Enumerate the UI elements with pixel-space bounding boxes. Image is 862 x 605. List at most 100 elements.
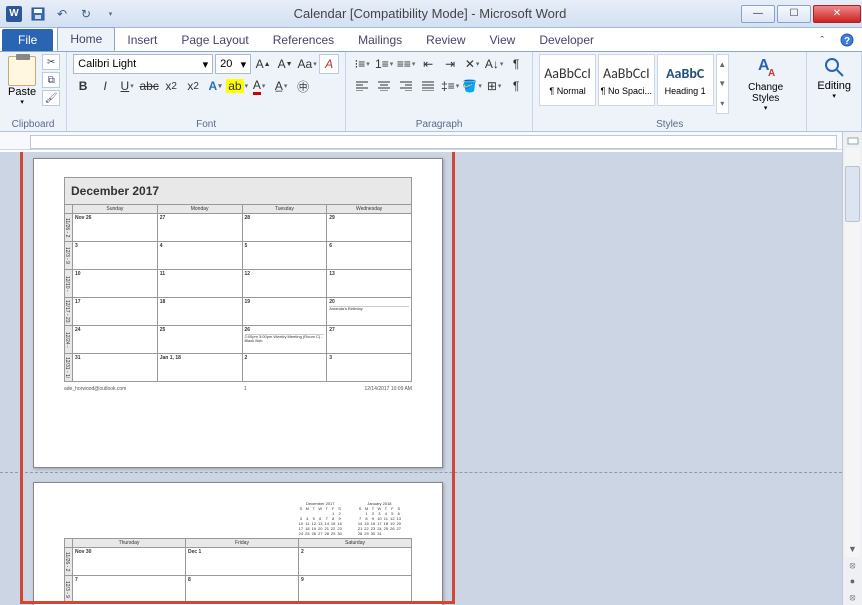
change-styles-button[interactable]: AA Change Styles ▾ xyxy=(731,54,800,114)
undo-button[interactable]: ↶ xyxy=(52,4,72,24)
enclose-characters-button[interactable]: ㊥ xyxy=(293,76,313,96)
ribbon-minimize-button[interactable]: ˆ xyxy=(812,31,832,51)
calendar-cell: Nov 26 xyxy=(73,214,158,242)
align-right-button[interactable] xyxy=(396,76,416,96)
italic-button[interactable]: I xyxy=(95,76,115,96)
change-case-button[interactable]: Aa xyxy=(297,54,317,74)
grow-font-button[interactable]: A▲ xyxy=(253,54,273,74)
shading-button[interactable]: 🪣 xyxy=(462,76,482,96)
calendar-cell: 9 xyxy=(299,576,412,604)
sort-button[interactable]: A↓ xyxy=(484,54,504,74)
calendar-cell: 28 xyxy=(242,214,327,242)
find-icon xyxy=(823,56,845,80)
superscript-button[interactable]: x2 xyxy=(183,76,203,96)
close-button[interactable]: ✕ xyxy=(813,5,861,23)
style-scroll-down[interactable]: ▼ xyxy=(717,74,728,93)
show-hide-button[interactable]: ¶ xyxy=(506,54,526,74)
calendar-cell: 19 xyxy=(242,298,327,326)
tab-mailings[interactable]: Mailings xyxy=(346,29,414,51)
window-title: Calendar [Compatibility Mode] - Microsof… xyxy=(120,6,740,21)
mini-cal-dec: SMTWTFS123456789101112131415161718192021… xyxy=(298,506,343,536)
copy-button[interactable]: ⧉ xyxy=(42,72,60,88)
numbering-button[interactable]: 1≡ xyxy=(374,54,394,74)
underline-button[interactable]: U xyxy=(117,76,137,96)
increase-indent-button[interactable]: ⇥ xyxy=(440,54,460,74)
calendar-cell: 31 xyxy=(73,354,158,382)
font-size-combo[interactable]: 20▾ xyxy=(215,54,251,74)
shrink-font-button[interactable]: A▼ xyxy=(275,54,295,74)
calendar-cell: 29 xyxy=(327,214,412,242)
next-page-button[interactable]: ⦻ xyxy=(843,589,862,605)
character-shading-button[interactable]: A̲ xyxy=(271,76,291,96)
maximize-button[interactable]: ☐ xyxy=(777,5,811,23)
change-styles-icon: AA xyxy=(754,56,778,82)
tab-review[interactable]: Review xyxy=(414,29,477,51)
redo-button[interactable]: ↻ xyxy=(76,4,96,24)
calendar-cell: 27 xyxy=(157,214,242,242)
multilevel-button[interactable]: ≡≡ xyxy=(396,54,416,74)
calendar-cell: 2 xyxy=(242,354,327,382)
group-clipboard: Paste ▾ ✂ ⧉ 🖌 Clipboard xyxy=(0,52,67,131)
font-label: Font xyxy=(73,118,339,131)
calendar-cell: Dec 1 xyxy=(186,548,299,576)
decrease-indent-button[interactable]: ⇤ xyxy=(418,54,438,74)
style-gallery-scroll: ▲ ▼ ▾ xyxy=(716,54,729,114)
help-button[interactable]: ? xyxy=(832,29,862,51)
calendar-cell: 12 xyxy=(242,270,327,298)
tab-view[interactable]: View xyxy=(478,29,528,51)
qat-more-button[interactable] xyxy=(100,4,120,24)
justify-button[interactable] xyxy=(418,76,438,96)
vertical-scrollbar: ▲ ▼ ⦻ ● ⦻ xyxy=(842,132,862,605)
group-styles: AaBbCcI ¶ Normal AaBbCcI ¶ No Spaci... A… xyxy=(533,52,807,131)
asian-layout-button[interactable]: ✕ xyxy=(462,54,482,74)
paste-button[interactable]: Paste ▾ xyxy=(6,54,38,108)
editing-button[interactable]: Editing ▾ xyxy=(813,54,855,102)
tab-home[interactable]: Home xyxy=(57,27,115,51)
text-effects-button[interactable]: A xyxy=(205,76,225,96)
mini-calendars: December 2017 SMTWTFS1234567891011121314… xyxy=(64,501,412,536)
tab-references[interactable]: References xyxy=(261,29,346,51)
browse-object-button[interactable]: ● xyxy=(843,573,862,589)
tab-page-layout[interactable]: Page Layout xyxy=(169,29,260,51)
scroll-thumb[interactable] xyxy=(845,166,860,222)
font-name-combo[interactable]: Calibri Light▾ xyxy=(73,54,213,74)
calendar-cell: 2 xyxy=(299,548,412,576)
font-color-button[interactable]: A xyxy=(249,76,269,96)
tab-file[interactable]: File xyxy=(2,29,53,51)
cut-button[interactable]: ✂ xyxy=(42,54,60,70)
tab-insert[interactable]: Insert xyxy=(115,29,169,51)
borders-button[interactable]: ⊞ xyxy=(484,76,504,96)
scroll-down-button[interactable]: ▼ xyxy=(843,541,862,557)
tab-developer[interactable]: Developer xyxy=(527,29,606,51)
bold-button[interactable]: B xyxy=(73,76,93,96)
calendar-cell: 3 xyxy=(327,354,412,382)
style-more-button[interactable]: ▾ xyxy=(717,94,728,113)
document-area[interactable]: December 2017 Sunday Monday Tuesday Wedn… xyxy=(0,152,842,605)
clear-formatting-button[interactable]: A xyxy=(319,54,339,74)
align-left-icon xyxy=(356,81,368,91)
calendar-cell: 4 xyxy=(157,242,242,270)
highlight-button[interactable]: ab xyxy=(227,76,247,96)
save-button[interactable] xyxy=(28,4,48,24)
style-no-spacing[interactable]: AaBbCcI ¶ No Spaci... xyxy=(598,54,655,106)
style-normal[interactable]: AaBbCcI ¶ Normal xyxy=(539,54,596,106)
strikethrough-button[interactable]: abc xyxy=(139,76,159,96)
bullets-button[interactable]: ⁝≡ xyxy=(352,54,372,74)
calendar-title: December 2017 xyxy=(64,177,412,204)
ruler-icon xyxy=(847,136,859,146)
svg-text:?: ? xyxy=(844,36,850,47)
line-spacing-button[interactable]: ‡≡ xyxy=(440,76,460,96)
paragraph-label: Paragraph xyxy=(352,118,526,131)
style-heading1[interactable]: AaBbC Heading 1 xyxy=(657,54,714,106)
align-left-button[interactable] xyxy=(352,76,372,96)
format-painter-button[interactable]: 🖌 xyxy=(42,90,60,106)
paragraph-mark-button[interactable]: ¶ xyxy=(506,76,526,96)
align-center-button[interactable] xyxy=(374,76,394,96)
footer-email: ade_horwood@outlook.com xyxy=(64,386,126,392)
style-scroll-up[interactable]: ▲ xyxy=(717,55,728,74)
prev-page-button[interactable]: ⦻ xyxy=(843,557,862,573)
calendar-cell: 262:00pm 3:00pm Weekly Meeting (Room C) … xyxy=(242,326,327,354)
minimize-button[interactable]: — xyxy=(741,5,775,23)
horizontal-ruler[interactable] xyxy=(0,132,862,150)
subscript-button[interactable]: x2 xyxy=(161,76,181,96)
